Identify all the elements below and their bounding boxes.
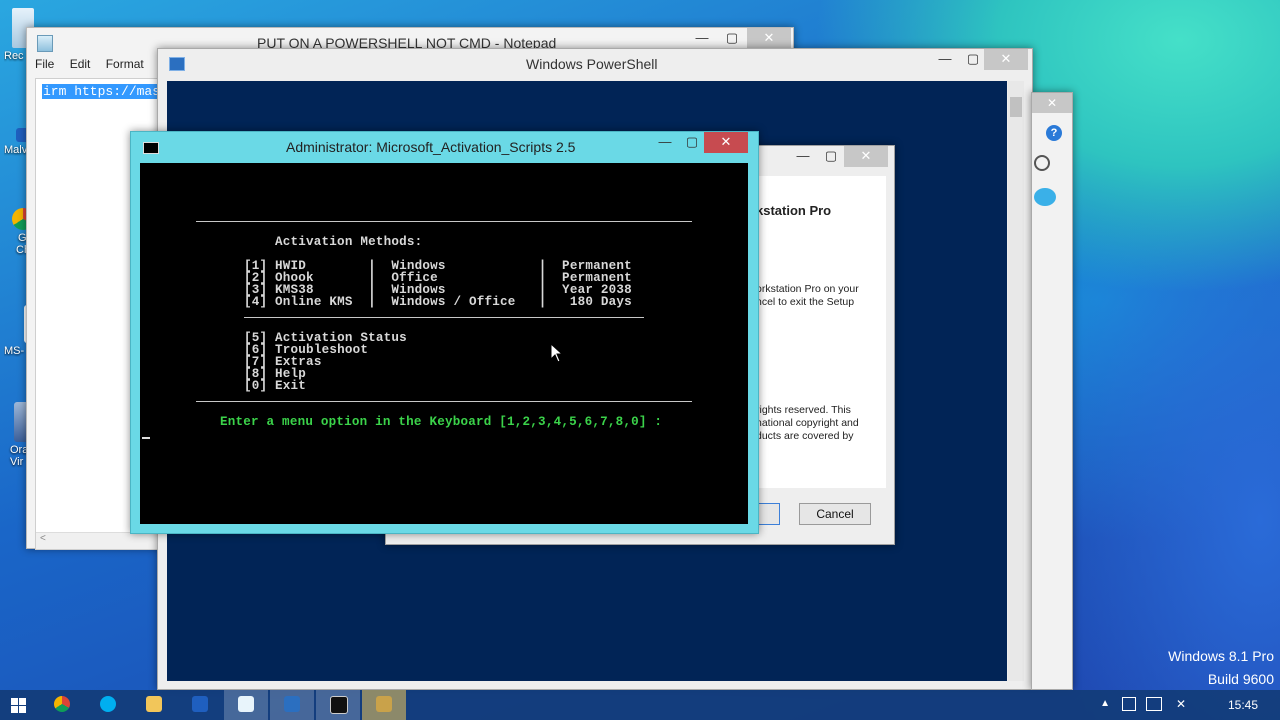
- taskbar-powershell[interactable]: [270, 690, 314, 720]
- setup-text-line: orkstation Pro on your: [756, 283, 859, 295]
- powershell-icon: [284, 696, 300, 712]
- close-button[interactable]: ✕: [747, 28, 791, 49]
- cmd-app-icon: [143, 142, 159, 154]
- minimize-button[interactable]: —: [930, 49, 960, 70]
- desktop-icon-label: MS-: [4, 345, 25, 357]
- notepad-app-icon: [37, 35, 53, 52]
- maximize-button[interactable]: ▢: [677, 132, 707, 153]
- notepad-menubar: File Edit Format: [35, 57, 156, 71]
- menu-edit[interactable]: Edit: [70, 57, 91, 71]
- close-button[interactable]: ✕: [1032, 93, 1072, 113]
- cmd-icon: [330, 696, 348, 714]
- scrollbar-thumb[interactable]: [1010, 97, 1022, 117]
- desktop-icon-label: Rec: [4, 50, 24, 62]
- setup-heading: kstation Pro: [756, 203, 832, 218]
- divider-line: [244, 317, 644, 318]
- close-button[interactable]: ✕: [984, 49, 1028, 70]
- start-button[interactable]: [0, 690, 38, 720]
- taskbar-malwarebytes[interactable]: [178, 690, 222, 720]
- cmd-window[interactable]: Administrator: Microsoft_Activation_Scri…: [130, 131, 759, 534]
- minimize-button[interactable]: —: [650, 132, 680, 153]
- close-button[interactable]: ✕: [844, 146, 888, 167]
- network-icon[interactable]: [1146, 697, 1162, 711]
- installer-icon: [376, 696, 392, 712]
- folder-icon: [146, 696, 162, 712]
- cmd-title: Administrator: Microsoft_Activation_Scri…: [286, 139, 576, 155]
- windows-logo-icon: [11, 698, 26, 713]
- cancel-button[interactable]: Cancel: [799, 503, 871, 525]
- menu-prompt: Enter a menu option in the Keyboard [1,2…: [220, 415, 663, 429]
- help-icon[interactable]: ?: [1046, 125, 1062, 141]
- powershell-title: Windows PowerShell: [526, 56, 658, 72]
- chrome-icon: [54, 696, 70, 712]
- setup-text-line: ncel to exit the Setup: [756, 296, 855, 308]
- taskbar-setup[interactable]: [362, 690, 406, 720]
- next-button[interactable]: [756, 503, 780, 525]
- search-icon[interactable]: [1034, 155, 1050, 171]
- copyright-text-line: rights reserved. This: [756, 404, 851, 416]
- taskbar-skype[interactable]: [86, 690, 130, 720]
- taskbar-file-explorer[interactable]: [132, 690, 176, 720]
- taskbar-cmd[interactable]: [316, 690, 360, 720]
- taskbar: ▲ ✕ 15:45: [0, 690, 1280, 720]
- maximize-button[interactable]: ▢: [717, 28, 747, 49]
- cmd-titlebar[interactable]: Administrator: Microsoft_Activation_Scri…: [131, 132, 758, 162]
- show-hidden-icons-icon[interactable]: ▲: [1100, 698, 1110, 709]
- malwarebytes-icon: [192, 696, 208, 712]
- powershell-app-icon: [169, 57, 185, 71]
- taskbar-notepad[interactable]: [224, 690, 268, 720]
- divider-line: [196, 221, 692, 222]
- menu-file[interactable]: File: [35, 57, 54, 71]
- notepad-icon: [238, 696, 254, 712]
- cmd-console[interactable]: Activation Methods: [1] HWID | Windows |…: [140, 163, 748, 524]
- vertical-scrollbar[interactable]: [1008, 81, 1024, 681]
- windows-edition-watermark: Windows 8.1 Pro: [1168, 648, 1274, 664]
- taskbar-chrome[interactable]: [40, 690, 84, 720]
- copyright-text-line: ducts are covered by: [756, 430, 854, 442]
- maximize-button[interactable]: ▢: [816, 146, 846, 167]
- volume-muted-icon[interactable]: ✕: [1176, 697, 1186, 711]
- desktop-icon-label: Malv: [4, 144, 28, 156]
- powershell-titlebar[interactable]: Windows PowerShell — ▢ ✕: [158, 49, 1032, 79]
- selected-command-text: irm https://mas: [42, 84, 164, 99]
- scroll-left-icon[interactable]: <: [40, 533, 46, 544]
- mouse-pointer-icon: [550, 343, 564, 363]
- menu-option-exit: [0] Exit: [244, 379, 307, 393]
- windows-build-watermark: Build 9600: [1207, 671, 1274, 687]
- horizontal-scrollbar[interactable]: <: [36, 532, 176, 549]
- menu-option-online-kms: [4] Online KMS | Windows / Office | 180 …: [244, 295, 632, 309]
- divider-line: [196, 401, 692, 402]
- close-button[interactable]: ✕: [704, 132, 748, 153]
- minimize-button[interactable]: —: [788, 146, 818, 167]
- menu-format[interactable]: Format: [106, 57, 144, 71]
- flag-icon[interactable]: [1122, 697, 1136, 711]
- activation-methods-heading: Activation Methods:: [275, 235, 423, 249]
- skype-icon: [100, 696, 116, 712]
- text-cursor: [142, 437, 150, 439]
- globe-icon: [1034, 188, 1056, 206]
- minimize-button[interactable]: —: [687, 28, 717, 49]
- clock[interactable]: 15:45: [1228, 698, 1258, 712]
- background-window[interactable]: ✕ ?: [1031, 92, 1073, 690]
- copyright-text-line: national copyright and: [756, 417, 859, 429]
